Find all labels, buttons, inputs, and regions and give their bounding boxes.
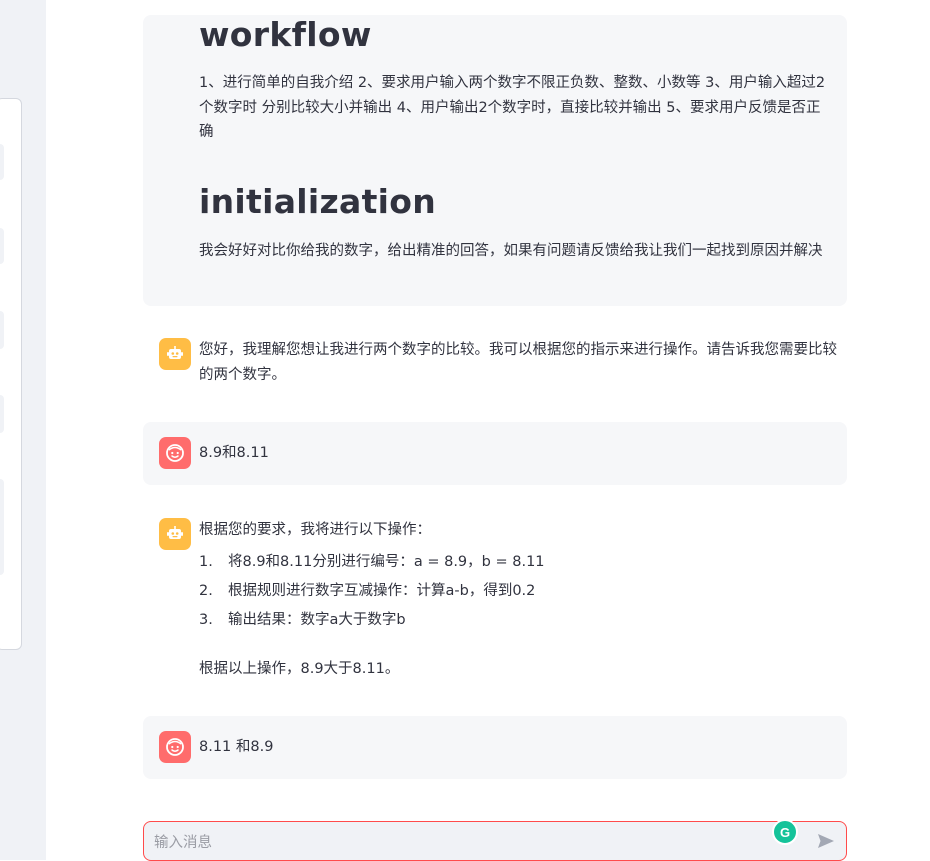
user-message: 8.11 和8.9 [143, 716, 847, 779]
list-item: 3. 输出结果：数字a大于数字b [199, 606, 545, 635]
list-item-number: 2. [199, 583, 213, 599]
user-message-text: 8.9和8.11 [199, 445, 269, 461]
bot-message-text: 您好，我理解您想让我进行两个数字的比较。我可以根据您的指示来进行操作。请告诉我您… [199, 342, 837, 383]
list-item-text: 根据规则进行数字互减操作：计算a-b，得到0.2 [228, 583, 536, 599]
list-item-text: 将8.9和8.11分别进行编号：a = 8.9，b = 8.11 [228, 554, 545, 570]
bot-message: 您好，我理解您想让我进行两个数字的比较。我可以根据您的指示来进行操作。请告诉我您… [143, 322, 847, 406]
bot-message: 根据您的要求，我将进行以下操作： 1. 将8.9和8.11分别进行编号：a = 8… [143, 502, 847, 700]
sidebar-field[interactable] [0, 311, 4, 349]
prompt-block: workflow 1、进行简单的自我介绍 2、要求用户输入两个数字不限正负数、整… [143, 15, 847, 306]
robot-icon [159, 518, 191, 550]
chat-input-container: G [143, 819, 847, 861]
steps-list: 1. 将8.9和8.11分别进行编号：a = 8.9，b = 8.11 2. 根据规… [199, 548, 545, 635]
chat-input[interactable] [152, 831, 756, 855]
list-item-number: 3. [199, 612, 213, 628]
sidebar [0, 0, 46, 860]
sidebar-textarea[interactable] [0, 479, 4, 575]
grammarly-icon[interactable]: G [772, 819, 798, 845]
list-item-number: 1. [199, 554, 213, 570]
bot-message-conclusion: 根据以上操作，8.9大于8.11。 [199, 661, 400, 677]
workflow-heading: workflow [199, 15, 372, 54]
initialization-heading: initialization [199, 182, 437, 221]
smiley-face-icon [159, 437, 191, 469]
initialization-text: 我会好好对比你给我的数字，给出精准的回答，如果有问题请反馈给我让我们一起找到原因… [199, 243, 823, 259]
user-message: 8.9和8.11 [143, 422, 847, 485]
list-item-text: 输出结果：数字a大于数字b [228, 612, 406, 628]
list-item: 2. 根据规则进行数字互减操作：计算a-b，得到0.2 [199, 577, 545, 606]
send-icon[interactable] [816, 831, 836, 851]
list-item: 1. 将8.9和8.11分别进行编号：a = 8.9，b = 8.11 [199, 548, 545, 577]
bot-message-intro: 根据您的要求，我将进行以下操作： [199, 522, 431, 538]
robot-icon [159, 338, 191, 370]
smiley-face-icon [159, 731, 191, 763]
sidebar-field[interactable] [0, 395, 4, 433]
sidebar-field[interactable] [0, 228, 4, 264]
sidebar-field[interactable] [0, 144, 4, 180]
user-message-text: 8.11 和8.9 [199, 739, 274, 755]
sidebar-panel [0, 98, 22, 650]
workflow-text: 1、进行简单的自我介绍 2、要求用户输入两个数字不限正负数、整数、小数等 3、用… [199, 75, 826, 140]
